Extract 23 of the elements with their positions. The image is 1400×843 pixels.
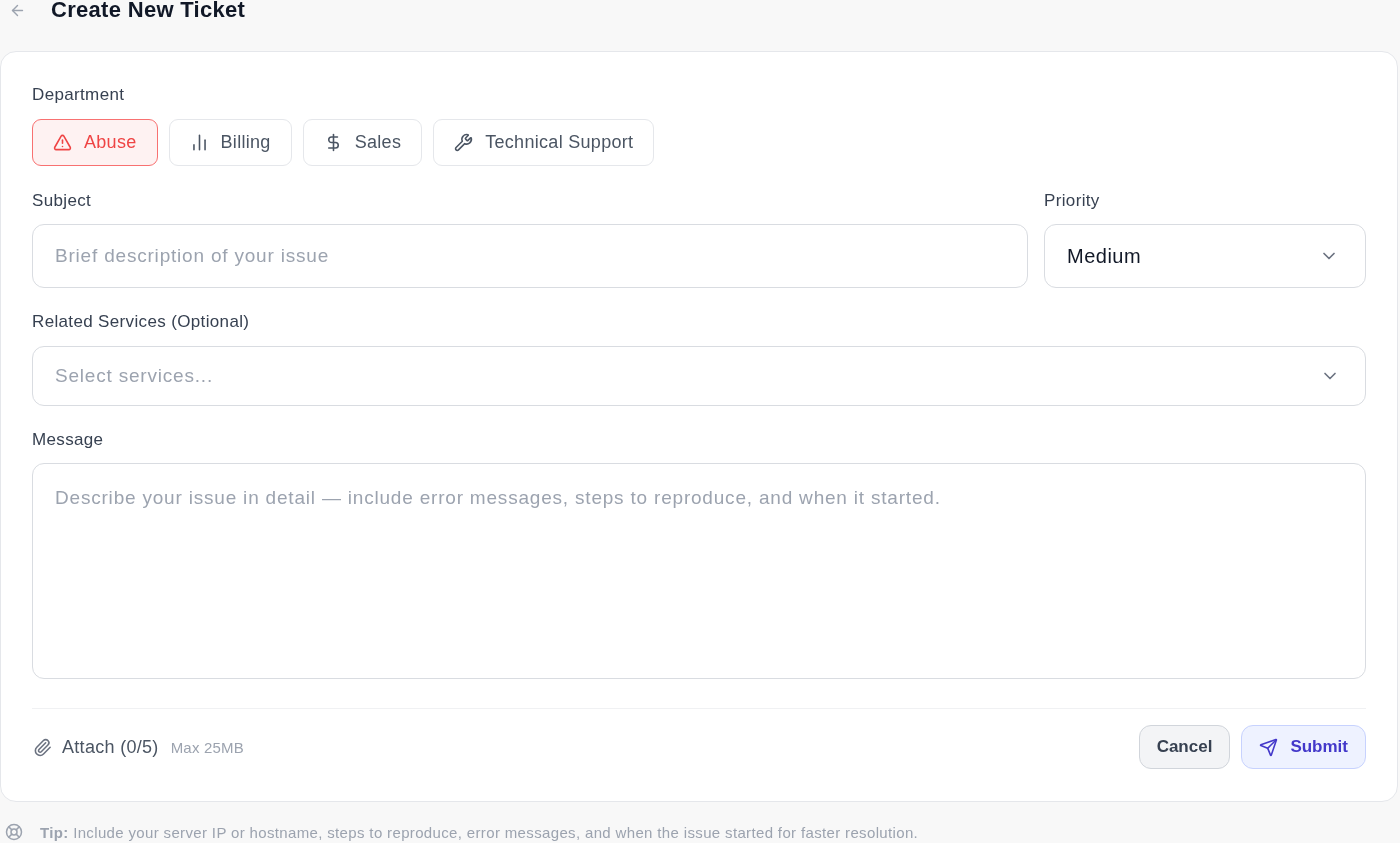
- submit-button[interactable]: Submit: [1241, 725, 1366, 769]
- department-option[interactable]: Technical Support: [433, 119, 655, 166]
- attach-button[interactable]: Attach (0/5): [32, 736, 159, 758]
- field-label: Related Services (Optional): [32, 312, 250, 332]
- wrench-icon: [454, 133, 474, 152]
- field-label: Subject: [32, 191, 92, 211]
- lifebuoy-icon: [5, 823, 23, 841]
- subject-input[interactable]: Brief description of your issue: [32, 224, 1028, 288]
- paper-plane-icon: [1259, 737, 1279, 757]
- priority-select[interactable]: Medium: [1044, 224, 1366, 288]
- cancel-button[interactable]: Cancel: [1138, 725, 1231, 769]
- page-title: Create New Ticket: [51, 0, 246, 21]
- paperclip-icon: [33, 737, 52, 757]
- file-size-hint: Max 25MB: [170, 738, 244, 756]
- department-option[interactable]: Sales: [302, 119, 423, 166]
- field-label: Priority: [1044, 191, 1100, 211]
- tip-text: Tip: Include your server IP or hostname, steps to reproduce, error messages, and when the issue started for faster resolution.: [40, 823, 919, 841]
- warning-triangle-icon: [53, 133, 72, 152]
- department-option[interactable]: Billing: [168, 119, 292, 166]
- services-select[interactable]: Select services...: [32, 346, 1366, 406]
- field-label: Message: [32, 430, 104, 450]
- field-label: Department: [32, 85, 125, 105]
- message-textarea[interactable]: Describe your issue in detail — include error messages, steps to reproduce, and when it started.: [32, 463, 1366, 679]
